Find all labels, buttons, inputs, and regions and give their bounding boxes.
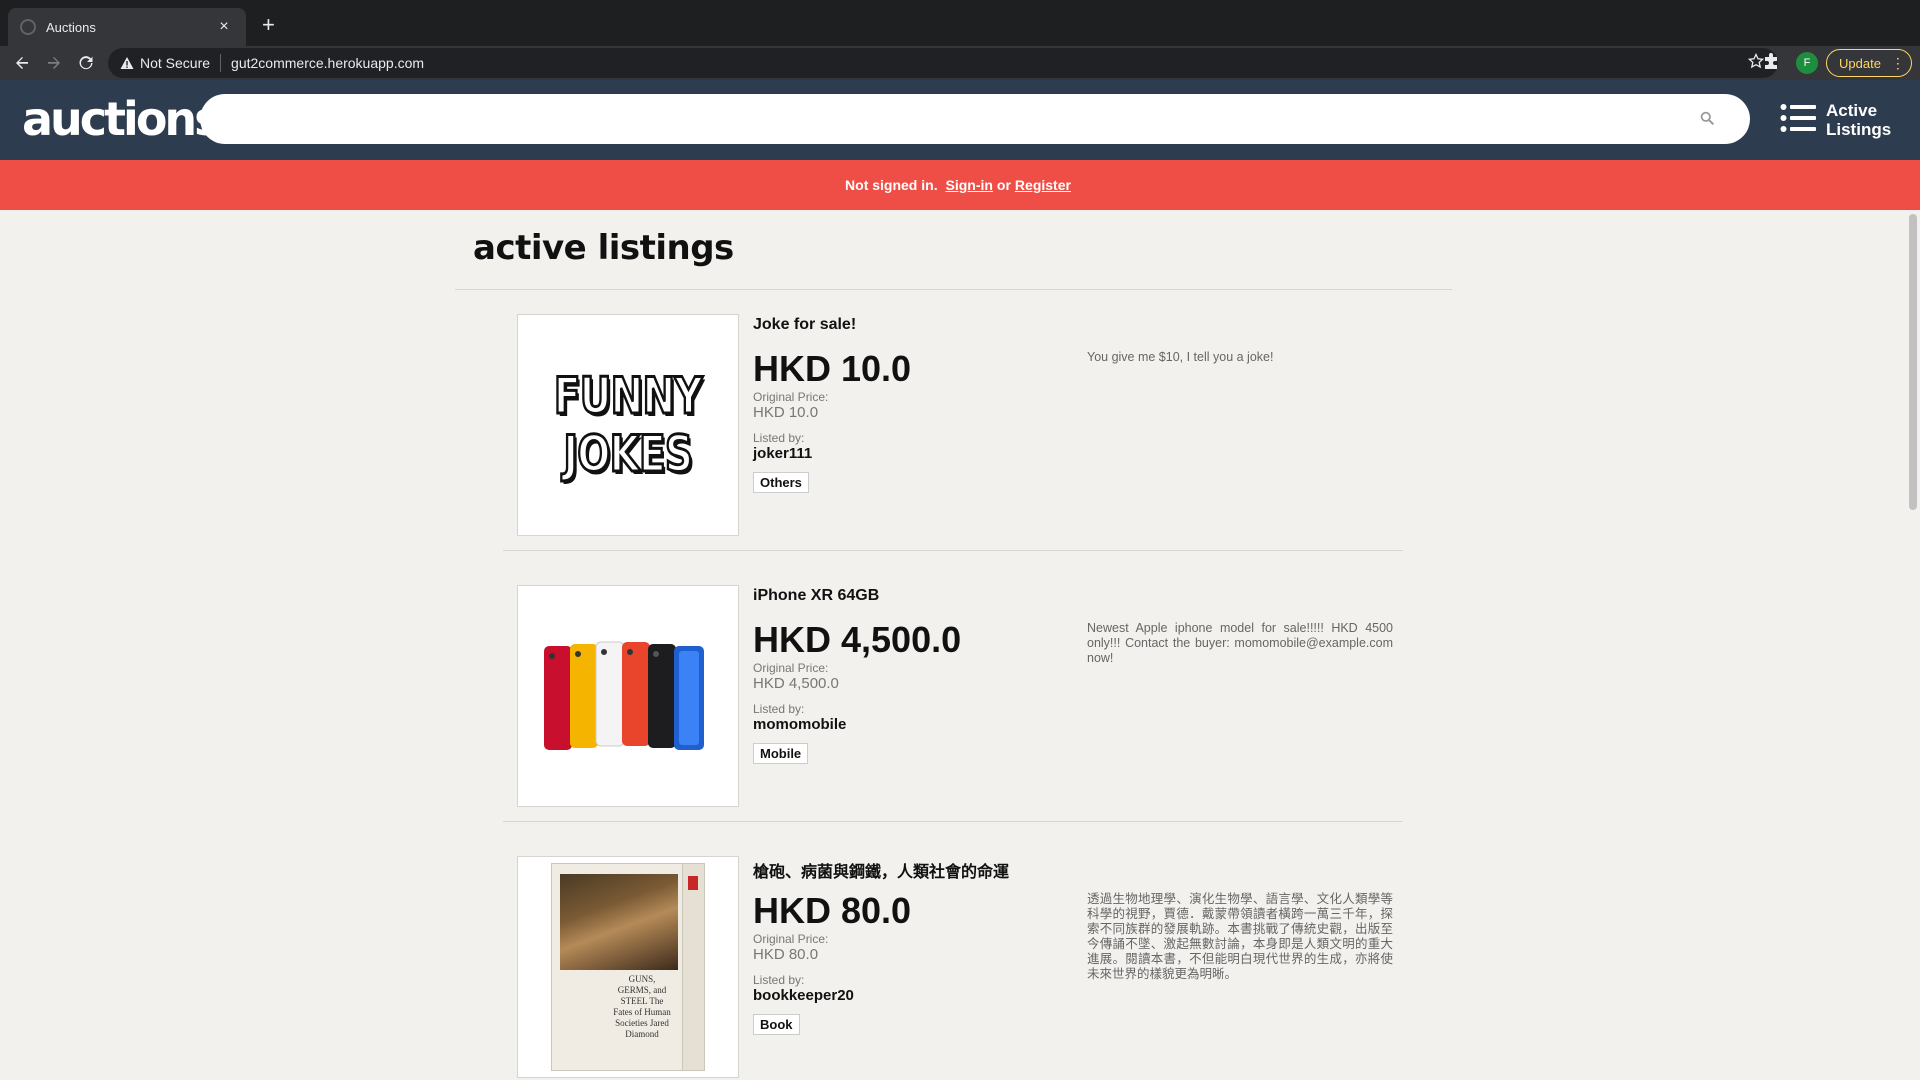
listed-by-user: bookkeeper20: [753, 987, 854, 1004]
listing-card[interactable]: GUNS, GERMS, and STEEL The Fates of Huma…: [503, 856, 1403, 1080]
listing-price: HKD 80.0: [753, 890, 912, 931]
original-price-label: Original Price:: [753, 661, 829, 675]
listed-by-label: Listed by:: [753, 973, 805, 987]
search-icon[interactable]: [1700, 111, 1714, 130]
iphone-image: [544, 641, 704, 750]
tab-favicon-icon: [20, 19, 36, 35]
page-title: active listings: [473, 228, 734, 268]
book-cover-text: GUNS, GERMS, and STEEL The Fates of Huma…: [613, 974, 671, 1039]
listing-divider: [503, 821, 1403, 822]
signin-banner: Not signed in. Sign-in or Register: [0, 160, 1920, 210]
book-red-mark: [688, 876, 698, 890]
new-tab-icon[interactable]: +: [262, 14, 275, 36]
listing-card[interactable]: FUNNY JOKES Joke for sale! HKD 10.0 Origi…: [503, 314, 1403, 564]
active-listings-menu-button[interactable]: Active Listings: [1780, 96, 1891, 144]
menu-label-line2: Listings: [1826, 120, 1892, 139]
listing-image[interactable]: FUNNY JOKES: [517, 314, 739, 536]
original-price: HKD 4,500.0: [753, 675, 839, 692]
warning-icon: [120, 56, 134, 70]
banner-text: Not signed in.: [845, 177, 938, 193]
menu-label: Active Listings: [1826, 101, 1891, 139]
extensions-puzzle-icon[interactable]: [1762, 53, 1780, 76]
site-logo[interactable]: auctions: [22, 92, 222, 146]
menu-label-line1: Active: [1826, 101, 1878, 120]
category-badge[interactable]: Book: [753, 1014, 800, 1035]
book-spine: [682, 864, 704, 1070]
book-cover-painting: [560, 874, 678, 970]
listing-price: HKD 10.0: [753, 348, 912, 389]
more-vertical-icon: ⋮: [1890, 54, 1905, 71]
register-link[interactable]: Register: [1015, 177, 1071, 193]
site-header: auctions Active Listings: [0, 80, 1920, 160]
listed-by-user: joker111: [753, 445, 813, 462]
listed-by-label: Listed by:: [753, 702, 805, 716]
listing-divider: [503, 550, 1403, 551]
scrollbar-thumb[interactable]: [1909, 214, 1917, 510]
url-text[interactable]: gut2commerce.herokuapp.com: [231, 55, 424, 71]
listing-image[interactable]: [517, 585, 739, 807]
listing-description: You give me $10, I tell you a joke!: [1087, 350, 1274, 364]
listing-title[interactable]: 槍砲、病菌與鋼鐵，人類社會的命運: [753, 858, 1009, 882]
listing-price: HKD 4,500.0: [753, 619, 962, 660]
listing-title[interactable]: Joke for sale!: [753, 316, 856, 334]
update-label: Update: [1839, 55, 1881, 71]
book-cover-image: GUNS, GERMS, and STEEL The Fates of Huma…: [551, 863, 705, 1071]
browser-tabstrip: Auctions × +: [0, 0, 1920, 46]
title-divider: [455, 289, 1452, 290]
list-menu-icon: [1780, 103, 1816, 138]
profile-avatar[interactable]: F: [1796, 52, 1818, 74]
listing-image[interactable]: GUNS, GERMS, and STEEL The Fates of Huma…: [517, 856, 739, 1078]
category-badge[interactable]: Mobile: [753, 743, 809, 764]
listing-card[interactable]: iPhone XR 64GB HKD 4,500.0 Original Pric…: [503, 585, 1403, 835]
original-price: HKD 10.0: [753, 404, 819, 421]
listed-by-user: momomobile: [753, 716, 847, 733]
banner-or: or: [996, 177, 1011, 193]
search-input[interactable]: [200, 94, 1750, 144]
reload-icon[interactable]: [74, 51, 98, 75]
original-price-label: Original Price:: [753, 390, 829, 404]
page-scrollbar[interactable]: [1906, 210, 1920, 1080]
omnibox-divider: [220, 54, 222, 72]
listing-description: Newest Apple iphone model for sale!!!!! …: [1087, 621, 1393, 665]
browser-toolbar: Not Secure gut2commerce.herokuapp.com F …: [0, 46, 1920, 80]
listed-by-label: Listed by:: [753, 431, 805, 445]
original-price: HKD 80.0: [753, 946, 819, 963]
category-badge[interactable]: Others: [753, 472, 809, 493]
update-button[interactable]: Update ⋮: [1826, 49, 1912, 77]
tab-close-icon[interactable]: ×: [214, 18, 234, 36]
forward-arrow-icon[interactable]: [42, 51, 66, 75]
listing-title[interactable]: iPhone XR 64GB: [753, 587, 879, 605]
back-arrow-icon[interactable]: [10, 51, 34, 75]
original-price-label: Original Price:: [753, 932, 829, 946]
signin-link[interactable]: Sign-in: [945, 177, 992, 193]
listing-description: 透過生物地理學、演化生物學、語言學、文化人類學等科學的視野，賈德．戴蒙帶領讀者橫…: [1087, 892, 1393, 981]
browser-tab[interactable]: Auctions ×: [8, 8, 246, 46]
address-bar[interactable]: Not Secure gut2commerce.herokuapp.com: [108, 48, 1778, 78]
funny-jokes-image: FUNNY JOKES: [553, 366, 704, 485]
search-bar: [200, 94, 1750, 144]
security-label[interactable]: Not Secure: [140, 55, 210, 71]
tab-title: Auctions: [46, 19, 96, 35]
